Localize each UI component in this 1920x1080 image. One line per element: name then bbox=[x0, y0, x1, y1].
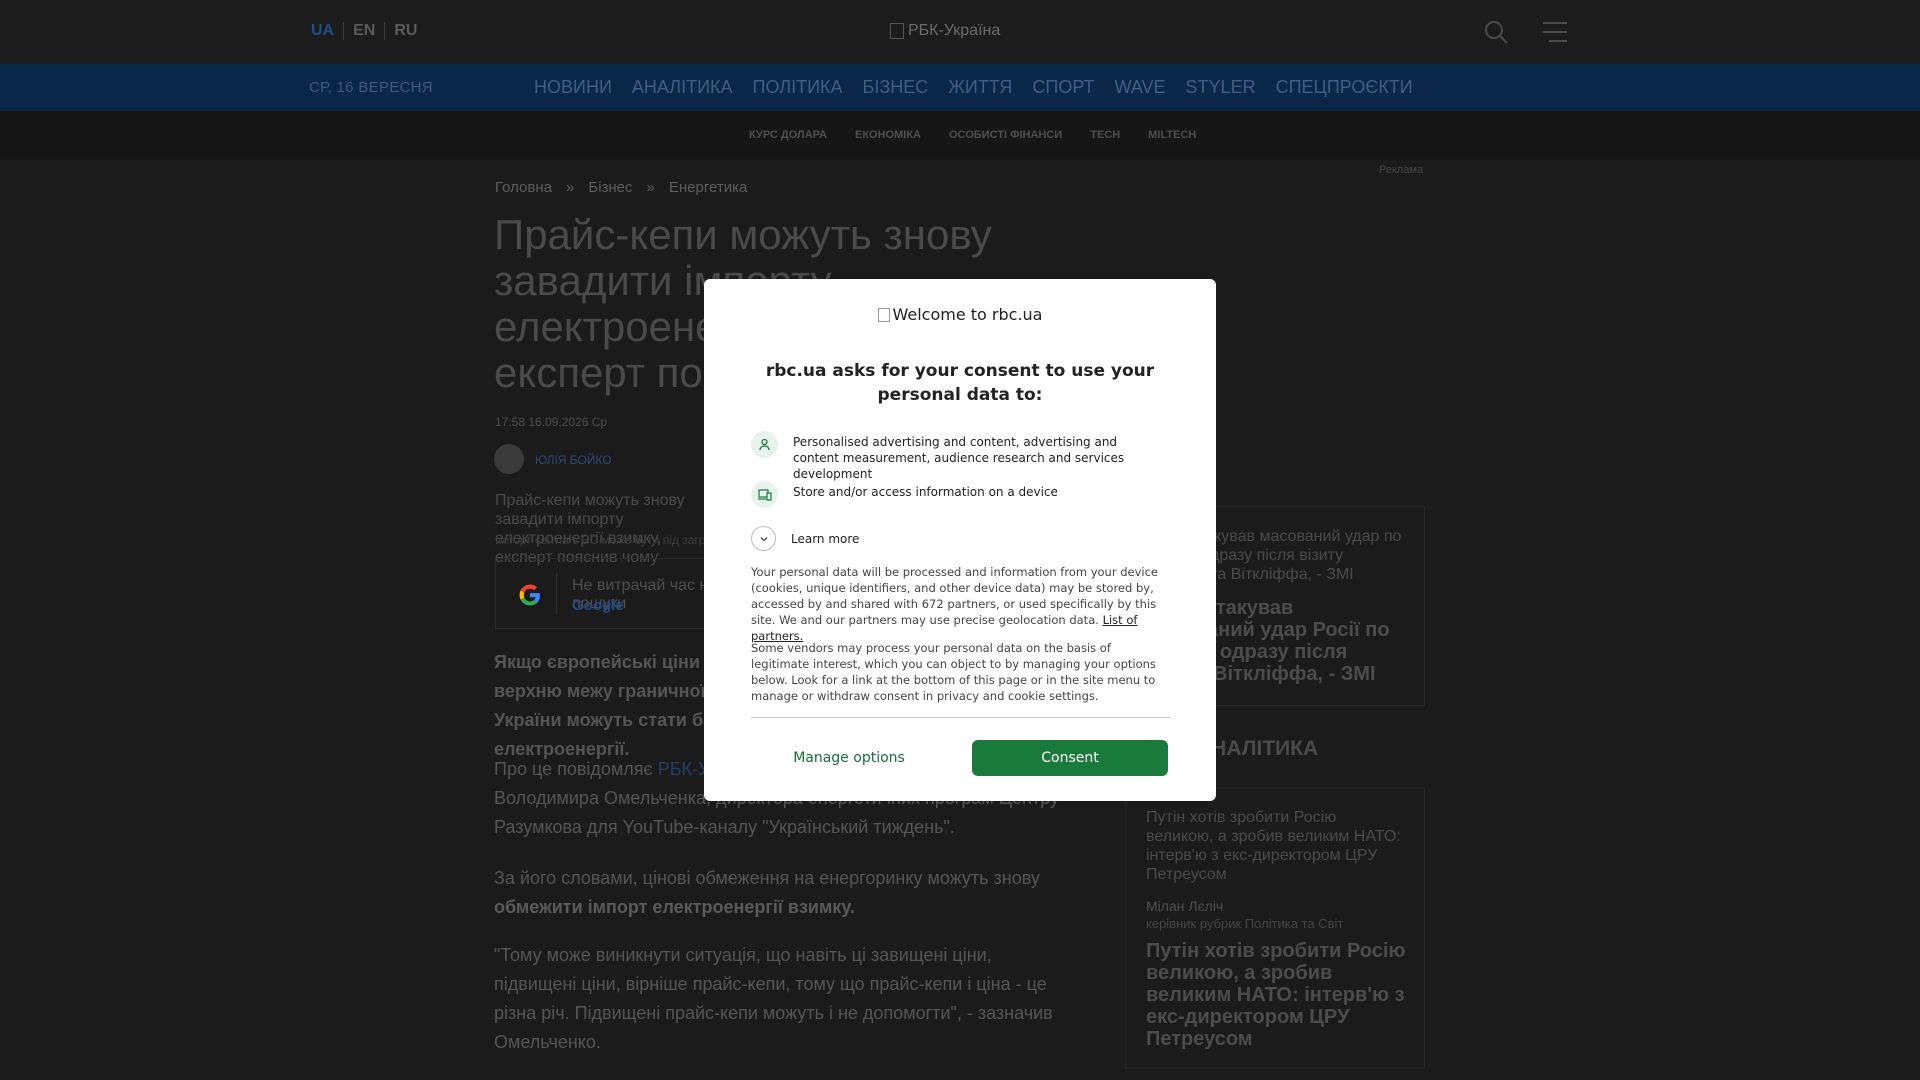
learn-more-toggle[interactable]: Learn more bbox=[751, 526, 859, 551]
subnav-item-personal-finance[interactable]: ОСОБИСТІ ФІНАНСИ bbox=[949, 129, 1062, 141]
article-paragraph: За його словами, цінові обмеження на ене… bbox=[494, 864, 1064, 922]
paragraph-text: За його словами, цінові обмеження на ене… bbox=[494, 868, 1040, 888]
manage-options-button[interactable]: Manage options bbox=[751, 740, 947, 776]
purpose-personalised-ads: Personalised advertising and content, ad… bbox=[751, 431, 1165, 482]
lang-ru[interactable]: RU bbox=[385, 22, 426, 40]
article-timestamp: 17:58 16.09.2026 Ср bbox=[495, 415, 608, 429]
sidebar-analytics-card[interactable]: Путін хотів зробити Росію великою, а зро… bbox=[1125, 787, 1425, 1069]
author-avatar[interactable] bbox=[494, 444, 524, 474]
breadcrumb-home[interactable]: Головна bbox=[495, 179, 552, 196]
nav-item-business[interactable]: БІЗНЕС bbox=[863, 77, 929, 98]
nav-item-special-projects[interactable]: СПЕЦПРОЄКТИ bbox=[1276, 77, 1413, 98]
divider bbox=[556, 573, 557, 615]
breadcrumb: Головна » Бізнес » Енергетика bbox=[495, 179, 747, 196]
person-icon bbox=[751, 431, 778, 458]
current-date: СР, 16 ВЕРЕСНЯ bbox=[309, 79, 433, 96]
google-link[interactable]: Google bbox=[572, 597, 624, 614]
learn-more-label: Learn more bbox=[791, 531, 860, 546]
broken-image-icon bbox=[890, 23, 904, 39]
logo-alt-text: РБК-Україна bbox=[908, 22, 1001, 39]
sub-navigation: КУРС ДОЛАРА ЕКОНОМІКА ОСОБИСТІ ФІНАНСИ T… bbox=[0, 111, 1920, 159]
author-name[interactable]: ЮЛІЯ БОЙКО bbox=[535, 453, 612, 467]
consent-info-legitimate-interest: Some vendors may process your personal d… bbox=[751, 641, 1156, 703]
top-bar: UA EN RU РБК-Україна bbox=[0, 0, 1920, 64]
site-logo[interactable]: РБК-Україна bbox=[890, 22, 1000, 40]
analytics-card-author: Мілан Лєліч bbox=[1146, 898, 1224, 914]
analytics-card-headline[interactable]: Путін хотів зробити Росію великою, а зро… bbox=[1146, 940, 1408, 1050]
lang-en[interactable]: EN bbox=[344, 22, 386, 40]
info-text: Your personal data will be processed and… bbox=[751, 565, 1159, 627]
nav-item-styler[interactable]: STYLER bbox=[1186, 77, 1256, 98]
main-navigation: СР, 16 ВЕРЕСНЯ НОВИНИ АНАЛІТИКА ПОЛІТИКА… bbox=[0, 64, 1920, 111]
breadcrumb-energy[interactable]: Енергетика bbox=[669, 179, 747, 196]
nav-item-politics[interactable]: ПОЛІТИКА bbox=[753, 77, 843, 98]
subnav-item-tech[interactable]: TECH bbox=[1090, 129, 1120, 141]
nav-item-sport[interactable]: СПОРТ bbox=[1032, 77, 1094, 98]
subnav-item-miltech[interactable]: MILTECH bbox=[1148, 129, 1196, 141]
paragraph-bold-text: обмежити імпорт електроенергії взимку. bbox=[494, 897, 855, 917]
purpose-store-access: Store and/or access information on a dev… bbox=[751, 481, 1165, 508]
breadcrumb-separator: » bbox=[646, 179, 655, 196]
devices-icon bbox=[751, 481, 778, 508]
search-icon[interactable] bbox=[1482, 18, 1510, 46]
nav-item-analytics[interactable]: АНАЛІТИКА bbox=[632, 77, 733, 98]
purpose-text: Store and/or access information on a dev… bbox=[793, 485, 1058, 499]
image-caption: Імпорт світла з ЄС може бути під загрозо… bbox=[495, 533, 734, 547]
hamburger-menu-icon[interactable] bbox=[1541, 20, 1569, 44]
nav-item-wave[interactable]: WAVE bbox=[1115, 77, 1166, 98]
consent-title: rbc.ua asks for your consent to use your… bbox=[765, 361, 1155, 405]
analytics-card-author-role: керівник рубрик Політика та Світ bbox=[1146, 916, 1344, 931]
purpose-text: Personalised advertising and content, ad… bbox=[793, 435, 1125, 481]
subnav-item-dollar-rate[interactable]: КУРС ДОЛАРА bbox=[749, 129, 827, 141]
lang-ua[interactable]: UA bbox=[311, 22, 345, 40]
breadcrumb-business[interactable]: Бізнес bbox=[588, 179, 632, 196]
article-quote: "Тому може виникнути ситуація, що навіть… bbox=[494, 945, 1053, 1052]
consent-info: Your personal data will be processed and… bbox=[751, 564, 1171, 644]
nav-item-news[interactable]: НОВИНИ bbox=[534, 77, 612, 98]
chevron-down-icon bbox=[751, 526, 776, 551]
consent-dialog: Welcome to rbc.ua rbc.ua asks for your c… bbox=[704, 279, 1216, 801]
consent-logo: Welcome to rbc.ua bbox=[704, 305, 1216, 324]
language-switcher: UA EN RU bbox=[311, 22, 426, 40]
nav-item-life[interactable]: ЖИТТЯ bbox=[948, 77, 1012, 98]
divider bbox=[751, 717, 1171, 718]
welcome-text: Welcome to rbc.ua bbox=[892, 305, 1043, 324]
subnav-item-economy[interactable]: ЕКОНОМІКА bbox=[855, 129, 921, 141]
article-image: Прайс-кепи можуть знову завадити імпорту… bbox=[495, 492, 685, 566]
google-icon bbox=[519, 584, 540, 606]
analytics-card-image: Путін хотів зробити Росію великою, а зро… bbox=[1146, 809, 1401, 883]
breadcrumb-separator: » bbox=[566, 179, 575, 196]
paragraph-text: Про це повідомляє bbox=[494, 759, 658, 779]
consent-button[interactable]: Consent bbox=[972, 740, 1168, 776]
ad-label: Реклама bbox=[1379, 164, 1424, 176]
broken-image-icon bbox=[877, 307, 890, 322]
